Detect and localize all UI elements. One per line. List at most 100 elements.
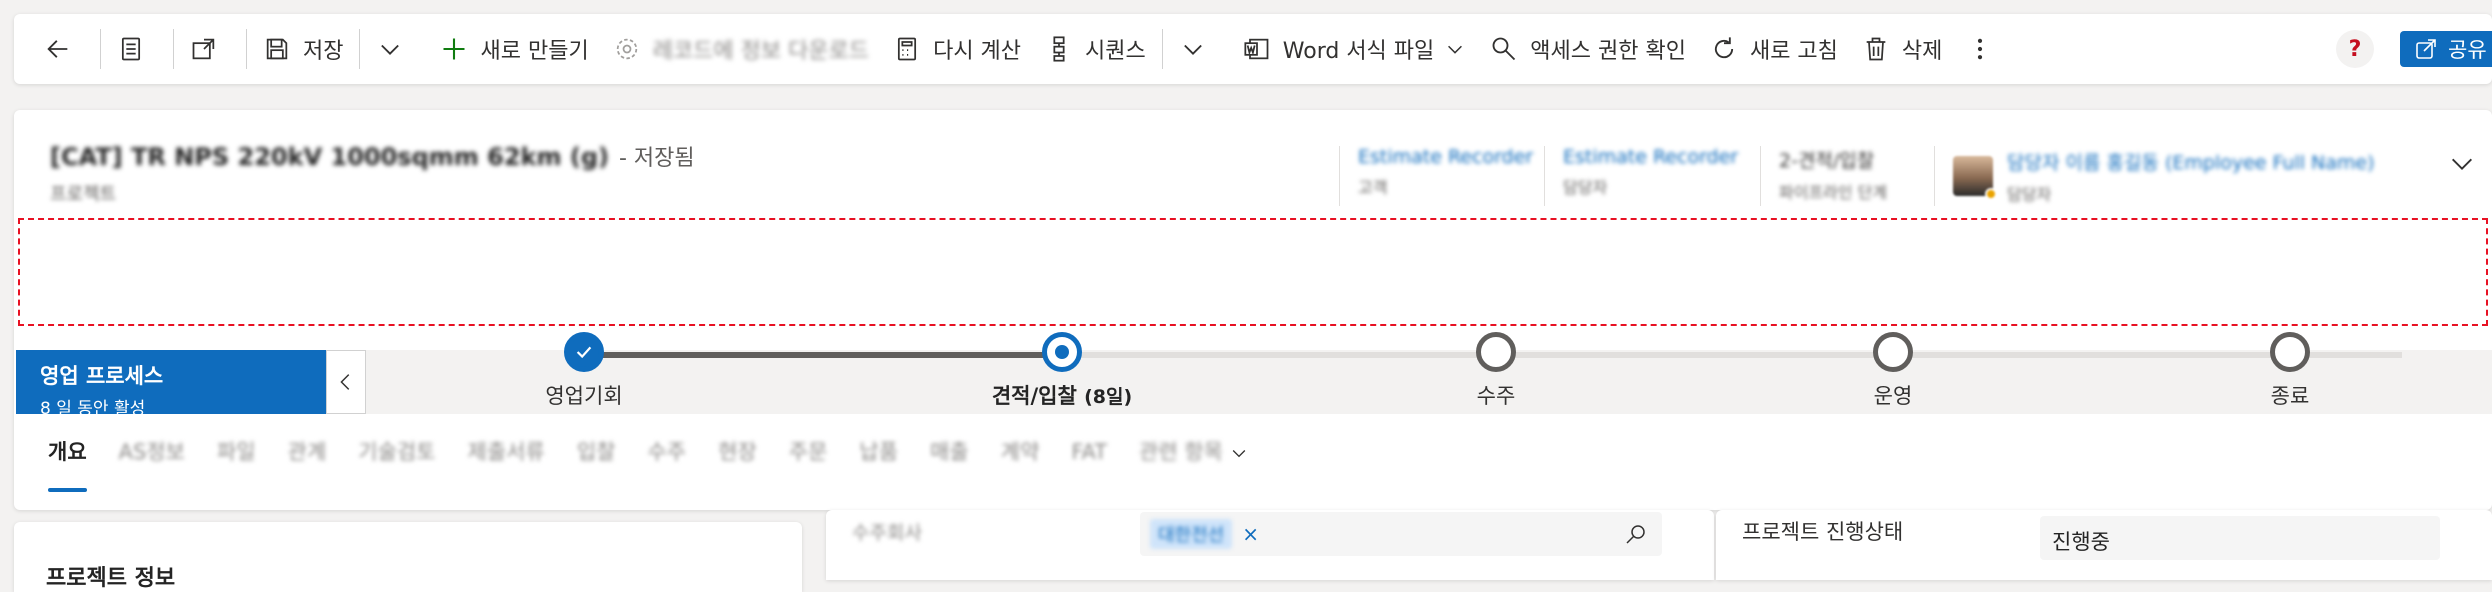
- tab[interactable]: 수주: [647, 432, 686, 472]
- header-field-label: 파이프라인 단계: [1779, 183, 1888, 202]
- save-button[interactable]: 저장: [251, 25, 355, 73]
- tab[interactable]: 기술검토: [358, 432, 435, 472]
- open-new-window-button[interactable]: [178, 25, 242, 73]
- check-access-label: 액세스 권한 확인: [1530, 39, 1686, 64]
- search-icon[interactable]: [1624, 522, 1648, 546]
- header-field-value[interactable]: Estimate Recorder: [1358, 146, 1533, 168]
- stage-duration: (8일): [1084, 386, 1133, 408]
- tab[interactable]: FAT: [1071, 432, 1107, 472]
- header-field-label: 담당자: [1563, 178, 1608, 197]
- lookup-field[interactable]: 대한전선 ×: [1140, 512, 1662, 556]
- owner-name[interactable]: 담당자 이름 홍길동 (Employee Full Name): [2007, 148, 2375, 175]
- business-process-bar: [16, 350, 2492, 414]
- stage-quote-bid[interactable]: 견적/입찰 (8일): [942, 332, 1182, 410]
- project-status-section: 프로젝트 진행상태 진행중: [1716, 510, 2492, 580]
- stage-pending-marker: [1873, 332, 1913, 372]
- divider: [359, 29, 361, 69]
- process-title: 영업 프로세스: [40, 364, 164, 388]
- disabled-command-button[interactable]: 레코드에 정보 다운로드: [601, 25, 881, 73]
- check-access-button[interactable]: 액세스 권한 확인: [1478, 25, 1698, 73]
- tab-overview[interactable]: 개요: [48, 432, 87, 492]
- stage-label: 종료: [2270, 384, 2310, 408]
- tab[interactable]: 현장: [718, 432, 757, 472]
- header-field-value[interactable]: Estimate Recorder: [1563, 146, 1738, 168]
- new-button[interactable]: 새로 만들기: [428, 25, 600, 73]
- back-arrow-icon: [47, 40, 68, 58]
- stage-pending-marker: [2270, 332, 2310, 372]
- save-options-dropdown[interactable]: [364, 25, 428, 73]
- stage-operation[interactable]: 운영: [1773, 332, 2013, 410]
- stage-label: 견적/입찰 (8일): [992, 380, 1132, 410]
- more-vertical-icon: [1978, 38, 1983, 60]
- owner-label: 담당자: [2007, 184, 2052, 204]
- header-field[interactable]: Estimate Recorder 담당자: [1544, 146, 1756, 206]
- owner-field[interactable]: 담당자 이름 홍길동 (Employee Full Name) 담당자: [1934, 146, 2393, 206]
- tab[interactable]: 납품: [859, 432, 898, 472]
- search-person-icon: [1492, 37, 1516, 61]
- document-icon: [121, 37, 141, 61]
- chevron-left-icon: [340, 374, 350, 390]
- gear-icon: [616, 38, 637, 60]
- disabled-command-label: 레코드에 정보 다운로드: [652, 39, 870, 64]
- tab[interactable]: 제출서류: [468, 432, 545, 472]
- back-button[interactable]: [32, 25, 96, 73]
- sequence-label: 시퀀스: [1085, 39, 1146, 64]
- chevron-down-icon: [381, 44, 400, 55]
- command-bar: 저장 새로 만들기 레코드에 정보 다운로드 다시 계산 시퀀스 Word 서식…: [14, 14, 2492, 84]
- divider: [246, 29, 247, 69]
- calculator-icon: [898, 37, 917, 61]
- checkmark-icon: [576, 346, 592, 359]
- divider: [100, 29, 101, 69]
- save-label: 저장: [303, 39, 344, 64]
- active-process-flyout[interactable]: 영업 프로세스 8 일 동안 활성: [16, 350, 326, 419]
- tab[interactable]: 입찰: [577, 432, 616, 472]
- form-view-button[interactable]: [105, 25, 169, 73]
- save-status: - 저장됨: [618, 146, 695, 171]
- tab[interactable]: 매출: [930, 432, 969, 472]
- stage-complete-marker: [564, 332, 604, 372]
- more-commands-button[interactable]: [1954, 25, 2018, 73]
- help-button[interactable]: ?: [2336, 30, 2374, 68]
- word-template-label: Word 서식 파일: [1282, 39, 1435, 64]
- presence-icon: [1985, 188, 1997, 200]
- save-icon: [266, 38, 288, 60]
- refresh-label: 새로 고침: [1749, 39, 1838, 64]
- header-field: 2-견적/입찰 파이프라인 단계: [1760, 146, 1905, 206]
- tab[interactable]: 관계: [288, 432, 327, 472]
- section-title: 프로젝트 정보: [46, 566, 176, 591]
- word-template-button[interactable]: Word 서식 파일: [1231, 25, 1479, 73]
- stage-order[interactable]: 수주: [1376, 332, 1616, 410]
- close-icon[interactable]: ×: [1242, 522, 1259, 546]
- stage-close[interactable]: 종료: [2170, 332, 2410, 410]
- sequence-dropdown[interactable]: [1167, 25, 1231, 73]
- recalculate-button[interactable]: 다시 계산: [881, 25, 1033, 73]
- tab-related-label: 관련 항목: [1139, 440, 1223, 464]
- status-label: 프로젝트 진행상태: [1742, 520, 1904, 544]
- process-prev-button[interactable]: [326, 350, 366, 414]
- header-field[interactable]: Estimate Recorder 고객: [1339, 146, 1551, 206]
- refresh-button[interactable]: 새로 고침: [1698, 25, 1850, 73]
- plus-icon: [443, 38, 465, 60]
- record-header-card: [CAT] TR NPS 220kV 1000sqmm 62km (g) - 저…: [14, 110, 2492, 510]
- tab-related[interactable]: 관련 항목: [1139, 432, 1249, 472]
- chevron-down-icon: [1183, 44, 1202, 55]
- stage-label: 수주: [1476, 384, 1516, 408]
- tab[interactable]: 주문: [789, 432, 828, 472]
- chevron-down-icon[interactable]: [2448, 150, 2476, 178]
- tab[interactable]: 계약: [1001, 432, 1040, 472]
- tab[interactable]: 파일: [217, 432, 256, 472]
- stage-pending-marker: [1476, 332, 1516, 372]
- stage-opportunity[interactable]: 영업기회: [464, 332, 704, 410]
- form-tabs: 개요 AS정보 파일 관계 기술검토 제출서류 입찰 수주 현장 주문 납품 매…: [48, 432, 1281, 492]
- lookup-chip[interactable]: 대한전선: [1150, 519, 1233, 549]
- delete-button[interactable]: 삭제: [1850, 25, 1954, 73]
- tab[interactable]: AS정보: [119, 432, 185, 472]
- record-title: [CAT] TR NPS 220kV 1000sqmm 62km (g): [50, 143, 609, 171]
- share-button[interactable]: 공유: [2400, 31, 2492, 67]
- status-field[interactable]: 진행중: [2040, 516, 2440, 560]
- chevron-down-icon: [1448, 45, 1463, 54]
- sequence-button[interactable]: 시퀀스: [1033, 25, 1158, 73]
- avatar: [1953, 156, 1997, 200]
- stage-label: 영업기회: [545, 384, 623, 408]
- process-duration: 8 일 동안 활성: [40, 399, 146, 419]
